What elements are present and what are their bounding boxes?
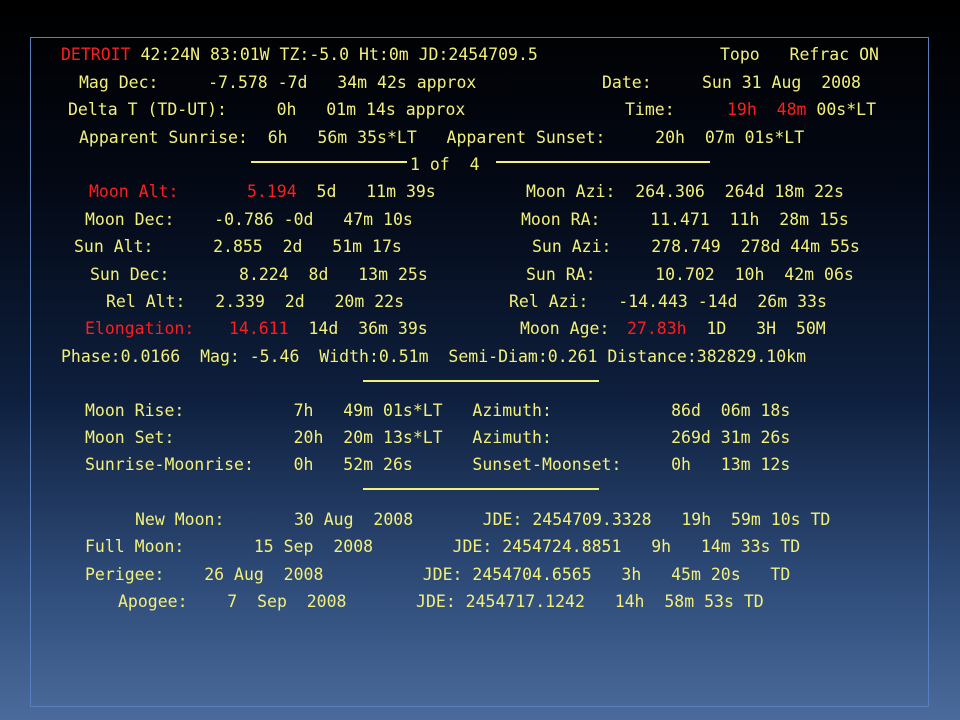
moon-age-dhm: 1D 3H 50M xyxy=(686,319,826,338)
divider-right xyxy=(496,161,710,163)
moon-rise: Moon Rise: 7h 49m 01s*LT Azimuth: 86d 06… xyxy=(85,401,791,420)
elongation-line: Elongation: xyxy=(85,315,194,342)
apogee: Apogee: 7 Sep 2008 JDE: 2454717.1242 14h… xyxy=(118,592,764,611)
moon-age-label: Moon Age: xyxy=(520,319,610,338)
rel-azi: Rel Azi: -14.443 -14d 26m 33s xyxy=(509,292,827,311)
rel-alt: Rel Alt: 2.339 2d 20m 22s xyxy=(106,292,405,311)
sunrise-moonrise: Sunrise-Moonrise: 0h 52m 26s Sunset-Moon… xyxy=(85,455,791,474)
header-location-line: DETROIT 42:24N 83:01W TZ:-5.0 Ht:0m JD:2… xyxy=(61,41,538,68)
elongation-dms: 14d 36m 39s xyxy=(288,319,428,338)
sun-rise-set-times: Apparent Sunrise: 6h 56m 35s*LT Apparent… xyxy=(79,128,805,147)
moon-alt-dms: 5d 11m 39s xyxy=(296,182,436,201)
mode-indicator: Topo Refrac ON xyxy=(720,45,879,64)
divider-middle xyxy=(363,380,599,382)
elongation-value: 14.611 xyxy=(229,319,289,338)
moon-alt-line: Moon Alt: xyxy=(89,178,178,205)
divider-left xyxy=(251,161,407,163)
moon-set: Moon Set: 20h 20m 13s*LT Azimuth: 269d 3… xyxy=(85,428,791,447)
divider-lower xyxy=(363,488,599,490)
sun-azi: Sun Azi: 278.749 278d 44m 55s xyxy=(532,237,860,256)
phase-line: Phase:0.0166 Mag: -5.46 Width:0.51m Semi… xyxy=(61,347,807,366)
time-label: Time: xyxy=(625,100,675,119)
full-moon: Full Moon: 15 Sep 2008 JDE: 2454724.8851… xyxy=(85,537,801,556)
delta-t: Delta T (TD-UT): 0h 01m 14s approx xyxy=(68,100,466,119)
moon-alt-values: 5.194 5d 11m 39s xyxy=(247,178,436,205)
moon-alt-deg: 5.194 xyxy=(247,182,297,201)
moon-alt-label: Moon Alt: xyxy=(89,182,179,201)
date-label: Date: xyxy=(602,73,652,92)
moon-azi: Moon Azi: 264.306 264d 18m 22s xyxy=(526,182,844,201)
time-value: 19h 48m xyxy=(727,100,807,119)
moon-age-value: 27.83h xyxy=(627,319,687,338)
time-suffix: 00s*LT xyxy=(806,100,877,119)
moon-age-values: 27.83h 1D 3H 50M xyxy=(627,315,826,342)
mag-dec: Mag Dec: -7.578 -7d 34m 42s approx xyxy=(79,73,477,92)
moon-ra: Moon RA: 11.471 11h 28m 15s xyxy=(521,210,849,229)
city-name: DETROIT xyxy=(61,45,131,64)
page-indicator: 1 of 4 xyxy=(410,155,480,174)
new-moon: New Moon: 30 Aug 2008 JDE: 2454709.3328 … xyxy=(135,510,831,529)
location-info: 42:24N 83:01W TZ:-5.0 Ht:0m JD:2454709.5 xyxy=(130,45,538,64)
sun-ra: Sun RA: 10.702 10h 42m 06s xyxy=(526,265,854,284)
moon-dec: Moon Dec: -0.786 -0d 47m 10s xyxy=(85,210,413,229)
sun-alt: Sun Alt: 2.855 2d 51m 17s xyxy=(74,237,402,256)
elongation-label: Elongation: xyxy=(85,319,195,338)
date-value: Sun 31 Aug 2008 xyxy=(702,73,861,92)
elongation-values: 14.611 14d 36m 39s xyxy=(229,315,428,342)
perigee: Perigee: 26 Aug 2008 JDE: 2454704.6565 3… xyxy=(85,565,791,584)
time-value-line: 19h 48m 00s*LT xyxy=(727,96,876,123)
sun-dec: Sun Dec: 8.224 8d 13m 25s xyxy=(90,265,428,284)
